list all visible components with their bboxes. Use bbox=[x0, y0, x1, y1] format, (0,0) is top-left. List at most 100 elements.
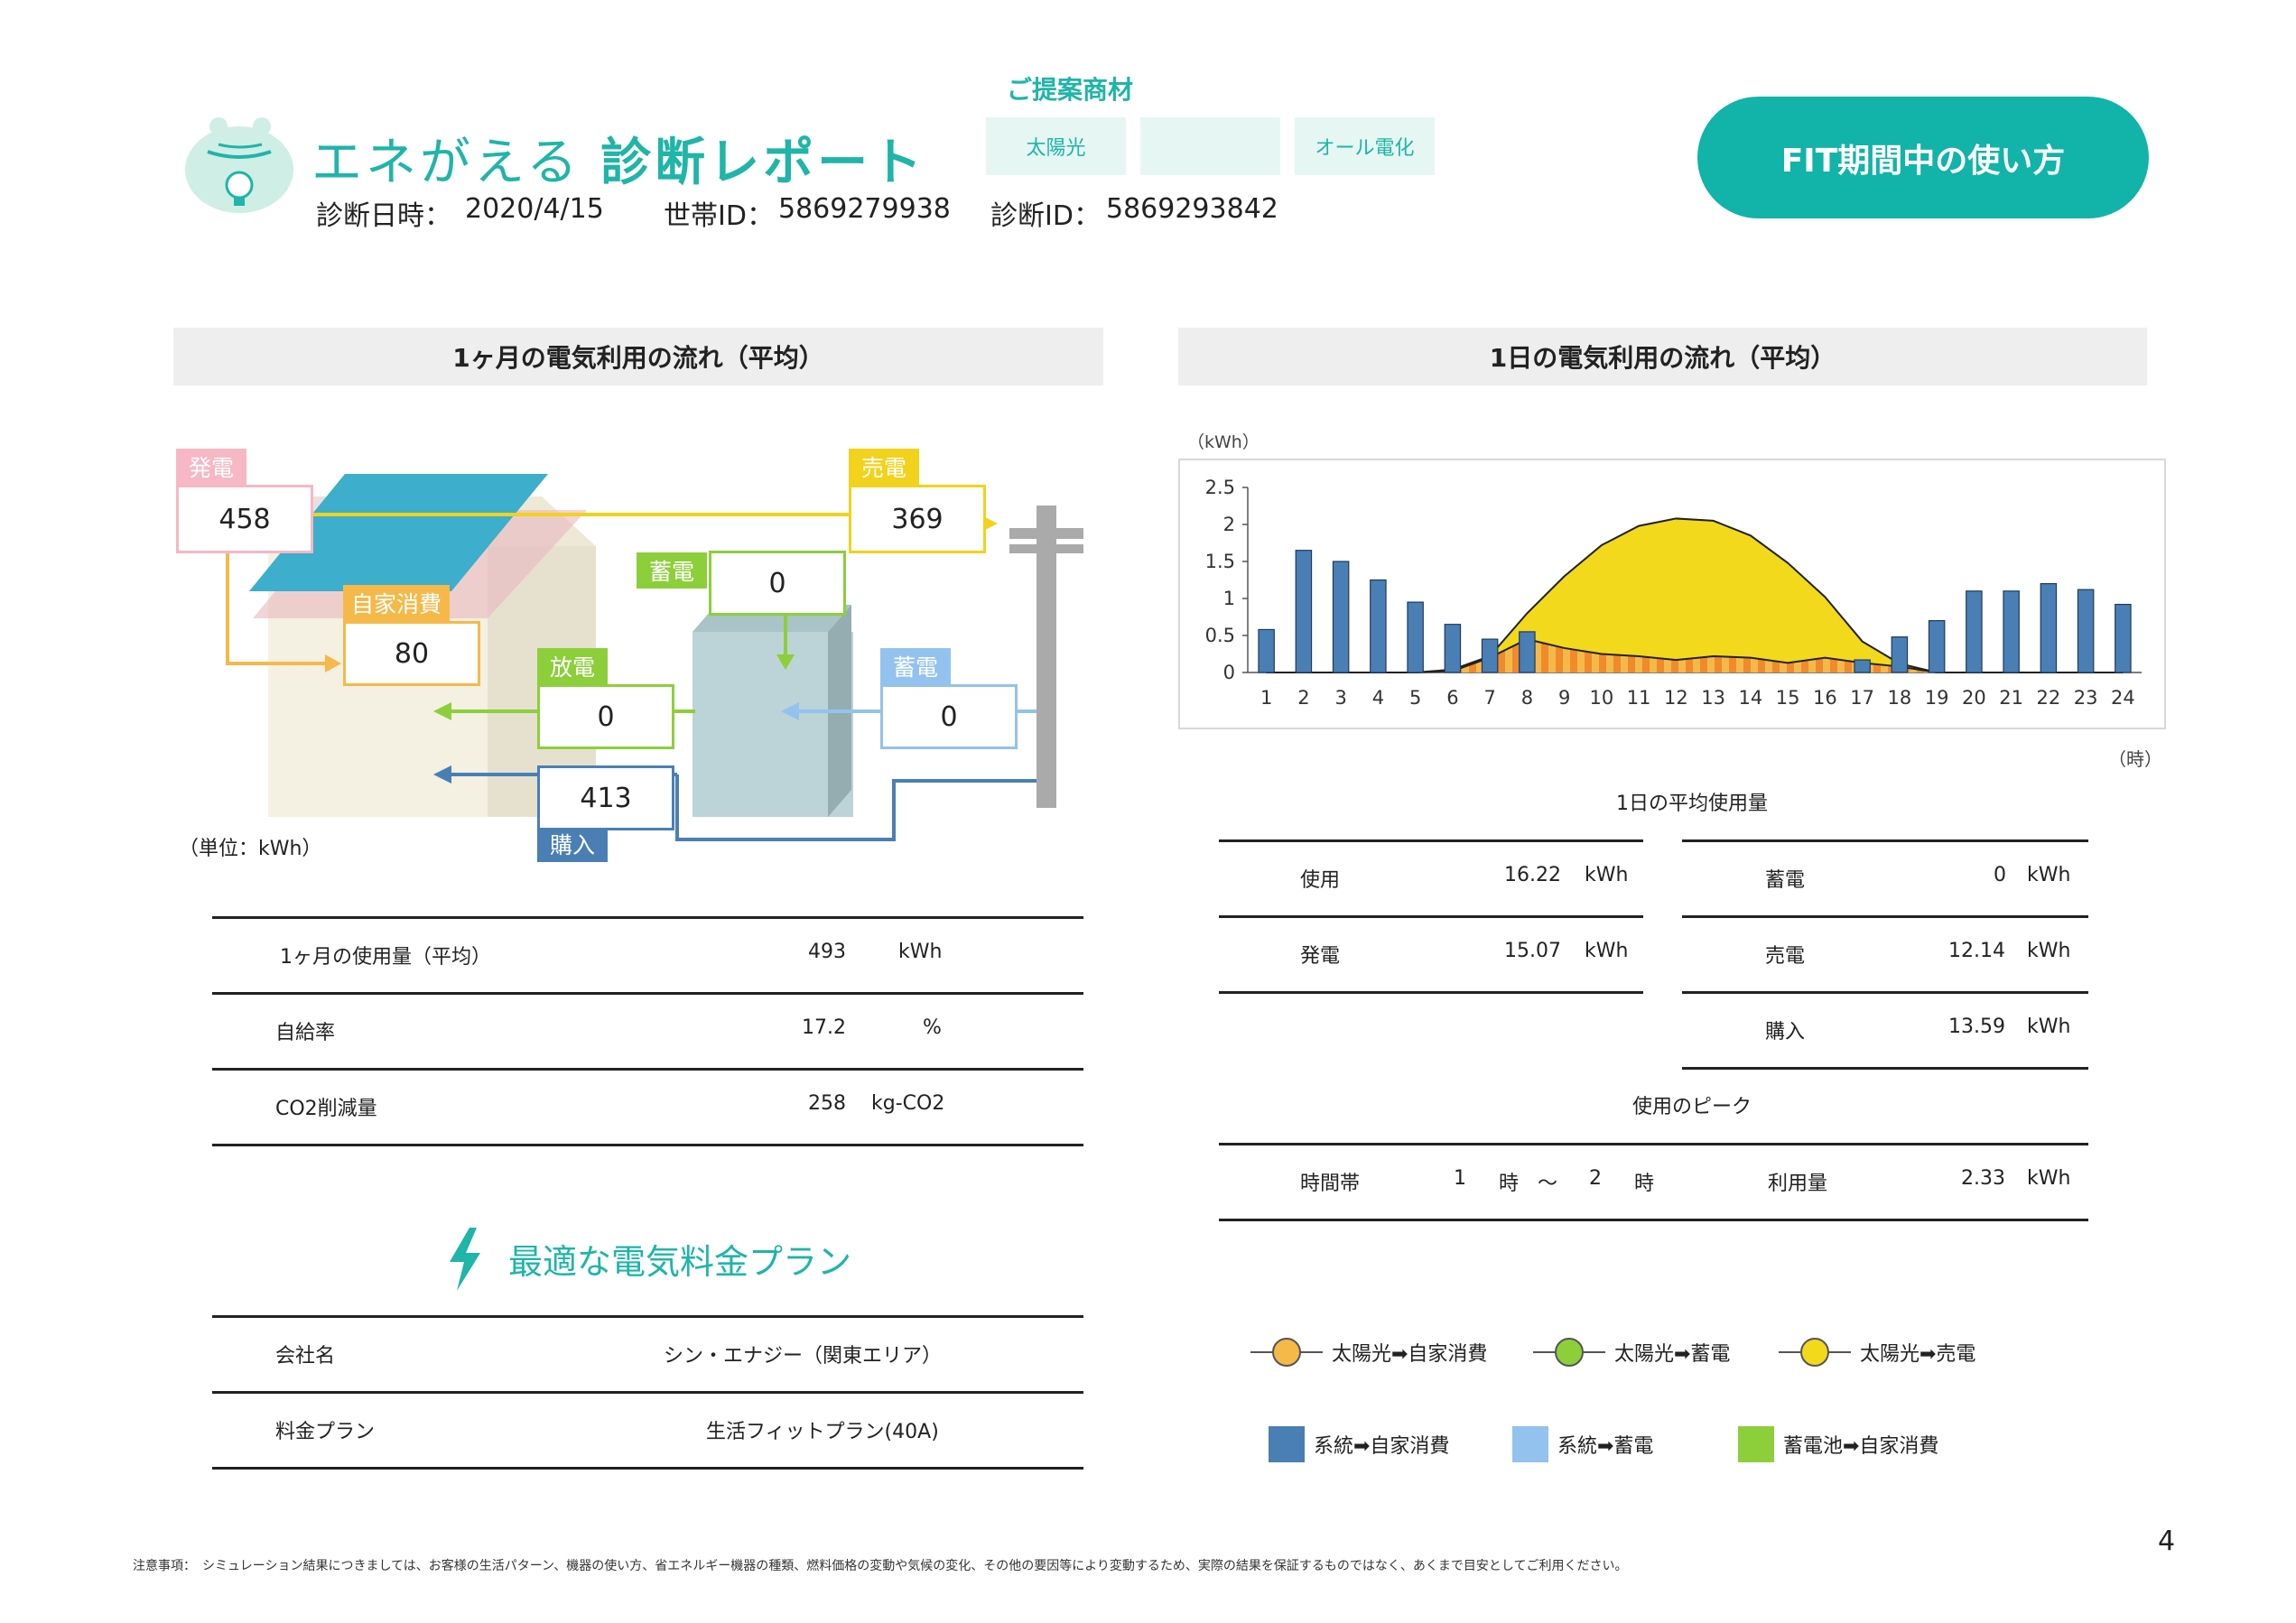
sell-label: 売電 bbox=[1765, 945, 1806, 968]
legend-label: 太陽光➡売電 bbox=[1860, 1343, 1976, 1366]
y-unit: （kWh） bbox=[1187, 432, 1260, 452]
x-tick-label: 21 bbox=[1999, 687, 2023, 709]
plan-value: 生活フィットプラン(40A) bbox=[706, 1421, 939, 1443]
grid-self-bar bbox=[1928, 620, 1946, 673]
x-tick-label: 11 bbox=[1627, 687, 1651, 709]
legend-label: 蓄電池➡自家消費 bbox=[1783, 1435, 1939, 1458]
footnote: 注意事項： シミュレーション結果につきましては、お客様の生活パターン、機器の使い… bbox=[133, 1559, 1628, 1573]
peak-from-unit: 時 bbox=[1499, 1173, 1520, 1195]
proposal-title: ご提案商材 bbox=[1007, 75, 1134, 105]
x-tick-label: 5 bbox=[1409, 687, 1421, 709]
value-store-in: 0 bbox=[709, 551, 846, 616]
peak-to: 2 bbox=[1589, 1167, 1602, 1190]
avg-title: 1日の平均使用量 bbox=[1616, 793, 1768, 815]
proposal-item: オール電化 bbox=[1295, 117, 1435, 175]
legend-label: 太陽光➡自家消費 bbox=[1332, 1343, 1488, 1366]
sell-unit: kWh bbox=[2027, 940, 2071, 962]
title-bold: 診断レポート bbox=[600, 134, 926, 192]
monthly-usage-value: 493 bbox=[808, 941, 846, 963]
use-unit: kWh bbox=[1585, 864, 1629, 886]
legend-label: 系統➡蓄電 bbox=[1557, 1435, 1654, 1458]
report-title: エネがえる 診断レポート bbox=[311, 122, 925, 195]
tag-discharge: 放電 bbox=[537, 648, 608, 684]
grid-self-bar bbox=[1519, 631, 1536, 673]
y-tick-label: 0 bbox=[1223, 662, 1235, 683]
gen-value: 15.07 bbox=[1504, 940, 1561, 962]
legend-line-marker-icon bbox=[1779, 1338, 1851, 1367]
grid-self-bar bbox=[1370, 579, 1387, 673]
legend-line-marker-icon bbox=[1533, 1338, 1605, 1367]
value-generation: 458 bbox=[176, 485, 313, 553]
page-number: 4 bbox=[2158, 1526, 2176, 1557]
peak-to-unit: 時 bbox=[1634, 1173, 1655, 1195]
grid-self-bar bbox=[2003, 590, 2020, 673]
x-tick-label: 9 bbox=[1558, 687, 1570, 709]
unit-note: （単位：kWh） bbox=[179, 838, 322, 860]
x-tick-label: 10 bbox=[1590, 687, 1614, 709]
co2-label: CO2削減量 bbox=[275, 1098, 377, 1120]
legend-solar-store: 太陽光➡蓄電 bbox=[1533, 1334, 1730, 1370]
value-self-use: 80 bbox=[343, 621, 480, 686]
self-sufficiency-value: 17.2 bbox=[802, 1016, 846, 1039]
x-tick-label: 1 bbox=[1260, 687, 1272, 709]
x-tick-label: 6 bbox=[1446, 687, 1458, 709]
use-value: 16.22 bbox=[1504, 864, 1561, 886]
grid-self-bar bbox=[1481, 638, 1499, 673]
store-value: 0 bbox=[1994, 864, 2006, 886]
x-unit: （時） bbox=[2108, 748, 2162, 770]
diag-id-label: 診断ID： bbox=[990, 200, 1101, 232]
peak-from: 1 bbox=[1454, 1167, 1466, 1190]
x-tick-label: 4 bbox=[1372, 687, 1384, 709]
store-label: 蓄電 bbox=[1765, 869, 1806, 892]
peak-amount-label: 利用量 bbox=[1768, 1173, 1828, 1195]
legend-swatch-icon bbox=[1269, 1426, 1305, 1462]
tag-store-in: 蓄電 bbox=[637, 552, 707, 589]
legend-label: 太陽光➡蓄電 bbox=[1614, 1343, 1731, 1366]
monthly-usage-unit: kWh bbox=[898, 941, 943, 963]
store-unit: kWh bbox=[2027, 864, 2071, 886]
fit-period-button[interactable]: FIT期間中の使い方 bbox=[1697, 97, 2149, 218]
grid-self-bar bbox=[1444, 624, 1462, 673]
x-tick-label: 17 bbox=[1850, 687, 1874, 709]
y-tick-label: 1 bbox=[1223, 588, 1235, 609]
purchase-value: 13.59 bbox=[1948, 1016, 2005, 1038]
plan-label: 料金プラン bbox=[275, 1421, 376, 1443]
x-tick-label: 2 bbox=[1297, 687, 1309, 709]
solar-sell-area bbox=[1266, 518, 2124, 672]
plan-heading: 最適な電気料金プラン bbox=[508, 1242, 852, 1282]
peak-amount-unit: kWh bbox=[2027, 1167, 2071, 1190]
peak-tilde: ～ bbox=[1538, 1173, 1558, 1195]
value-purchase: 413 bbox=[537, 765, 674, 830]
co2-value: 258 bbox=[808, 1092, 846, 1115]
proposal-item: 太陽光 bbox=[986, 117, 1126, 175]
grid-self-bar bbox=[1258, 628, 1275, 673]
x-tick-label: 18 bbox=[1888, 687, 1912, 709]
x-tick-label: 3 bbox=[1334, 687, 1346, 709]
gen-label: 発電 bbox=[1300, 945, 1341, 968]
company-label: 会社名 bbox=[275, 1345, 336, 1368]
grid-self-bar bbox=[1407, 601, 1424, 673]
title-light: エネがえる bbox=[311, 134, 581, 192]
lightning-icon bbox=[442, 1228, 488, 1291]
legend-solar-sell: 太陽光➡売電 bbox=[1779, 1334, 1975, 1370]
tag-generation: 発電 bbox=[176, 449, 246, 485]
y-tick-label: 0.5 bbox=[1205, 625, 1235, 646]
value-grid-store: 0 bbox=[880, 684, 1018, 749]
daily-chart: 0 0.5 1 1.5 2 2.5 1 2 3 4 5 6 7 8 9 10 11 12 13 14 15 16 17 18 1… bbox=[1178, 459, 2166, 729]
purchase-unit: kWh bbox=[2027, 1016, 2071, 1038]
value-sell: 369 bbox=[849, 485, 986, 553]
grid-self-bar bbox=[2077, 589, 2095, 673]
x-tick-label: 14 bbox=[1739, 687, 1763, 709]
self-sufficiency-label: 自給率 bbox=[275, 1022, 336, 1044]
diag-date: 2020/4/15 bbox=[465, 193, 604, 225]
monthly-heading: 1ヶ月の電気利用の流れ（平均） bbox=[173, 328, 1103, 385]
tag-grid-store: 蓄電 bbox=[880, 648, 951, 684]
tag-self-use: 自家消費 bbox=[343, 585, 450, 621]
legend-swatch-icon bbox=[1512, 1426, 1548, 1462]
gen-unit: kWh bbox=[1585, 940, 1629, 962]
tag-sell: 売電 bbox=[849, 449, 919, 485]
sell-value: 12.14 bbox=[1948, 940, 2005, 962]
x-tick-label: 8 bbox=[1521, 687, 1533, 709]
x-tick-label: 15 bbox=[1776, 687, 1800, 709]
legend-grid-self: 系統➡自家消費 bbox=[1269, 1426, 1449, 1462]
